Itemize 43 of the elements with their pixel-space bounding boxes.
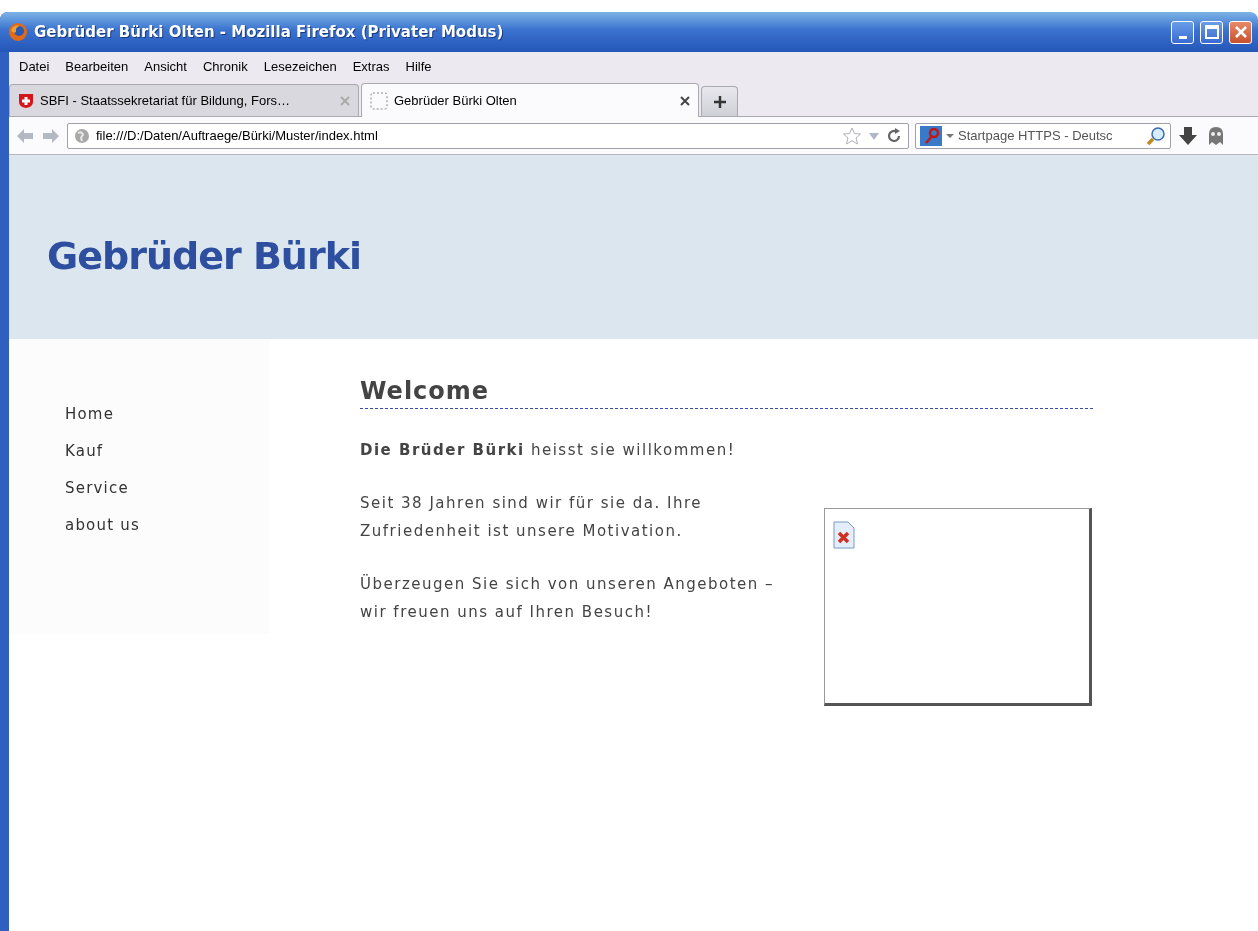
- menu-item[interactable]: Bearbeiten: [55, 58, 135, 74]
- download-icon[interactable]: [1177, 124, 1199, 147]
- nav-link[interactable]: Home: [65, 402, 270, 426]
- maximize-icon: [1204, 25, 1219, 39]
- search-box[interactable]: Startpage HTTPS - Deutsc: [915, 122, 1171, 149]
- menu-item[interactable]: Datei: [9, 58, 56, 74]
- page-heading: Welcome: [360, 377, 1093, 409]
- browser-tab[interactable]: SBFI - Staatssekretariat für Bildung, Fors…: [9, 84, 359, 116]
- tab-label: Gebrüder Bürki Olten: [394, 93, 518, 108]
- close-icon: [1233, 25, 1248, 39]
- url-text: file:///D:/Daten/Auftraege/Bürki/Muster/index.html: [96, 128, 379, 143]
- nav-link[interactable]: Kauf: [65, 439, 270, 463]
- menu-item[interactable]: Hilfe: [395, 58, 438, 74]
- close-button[interactable]: [1229, 20, 1252, 44]
- site-title: Gebrüder Bürki: [47, 234, 361, 278]
- search-engine-icon: [920, 125, 942, 146]
- shield-icon: [18, 92, 34, 109]
- star-icon[interactable]: [842, 126, 862, 145]
- caret-icon: [946, 132, 954, 139]
- close-icon: [340, 95, 350, 106]
- menu-item[interactable]: Extras: [342, 58, 396, 74]
- nav-link[interactable]: Service: [65, 476, 270, 500]
- paragraph: Die Brüder Bürki heisst sie willkommen!: [360, 440, 737, 461]
- browser-tab[interactable]: Gebrüder Bürki Olten: [361, 83, 699, 117]
- plus-icon: [712, 94, 727, 109]
- maximize-button[interactable]: [1200, 20, 1223, 44]
- minimize-button[interactable]: [1171, 20, 1194, 44]
- nav-link[interactable]: about us: [65, 513, 270, 537]
- paragraph: Seit 38 Jahren sind wir für sie da. Ihre Zufriedenheit ist unsere Motivation.: [360, 493, 703, 542]
- menu-item[interactable]: Ansicht: [134, 58, 193, 74]
- window-title: Gebrüder Bürki Olten - Mozilla Firefox (Privater Modus): [34, 23, 505, 41]
- tab-label: SBFI - Staatssekretariat für Bildung, Fors…: [40, 93, 291, 108]
- reload-icon[interactable]: [886, 127, 902, 144]
- search-icon[interactable]: [1146, 125, 1166, 146]
- address-bar[interactable]: file:///D:/Daten/Auftraege/Bürki/Muster/index.html: [67, 122, 909, 149]
- page-icon: [370, 91, 388, 110]
- paragraph: Überzeugen Sie sich von unseren Angeboten – wir freuen uns auf Ihren Besuch!: [360, 573, 776, 623]
- new-tab-button[interactable]: [701, 86, 738, 116]
- close-icon: [680, 95, 690, 106]
- minimize-icon: [1178, 35, 1187, 39]
- menu-item[interactable]: Lesezeichen: [253, 58, 343, 74]
- firefox-icon: [8, 22, 28, 42]
- menu-item[interactable]: Chronik: [192, 58, 254, 74]
